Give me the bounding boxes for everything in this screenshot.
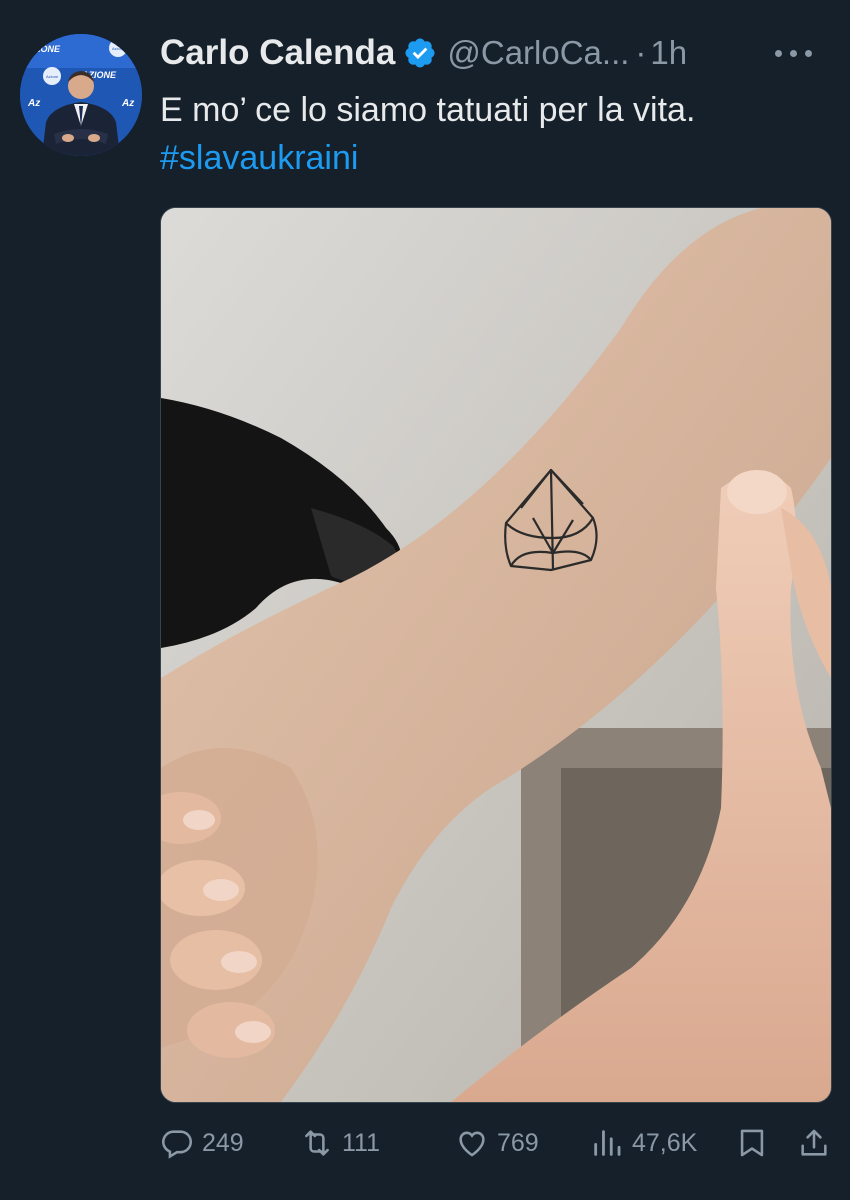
- like-count: 769: [497, 1128, 539, 1157]
- avatar-logo-text: AZIONE: [25, 44, 61, 54]
- reply-count: 249: [202, 1128, 244, 1157]
- tweet-body: E mo’ ce lo siamo tatuati per la vita.: [160, 91, 696, 129]
- retweet-icon: [305, 1130, 329, 1156]
- bookmark-icon: [740, 1129, 764, 1157]
- avatar-logo-text: Az: [121, 98, 134, 109]
- share-icon: [801, 1129, 827, 1156]
- views-count: 47,6K: [632, 1128, 698, 1157]
- avatar-logo-text: Az: [27, 98, 40, 109]
- retweet-button[interactable]: 111: [300, 1126, 455, 1160]
- tweet-actions: 249 111 769 47,6K: [160, 1118, 836, 1168]
- author-name[interactable]: Carlo Calenda: [160, 33, 395, 73]
- avatar-badge-text: Azione: [46, 74, 59, 79]
- separator-dot: ·: [635, 34, 647, 71]
- share-button[interactable]: [797, 1126, 831, 1160]
- heart-icon: [459, 1131, 485, 1157]
- tattoo-photo: [161, 208, 831, 1102]
- reply-button[interactable]: 249: [160, 1126, 300, 1160]
- views-icon: [594, 1130, 621, 1156]
- bookmark-button[interactable]: [735, 1126, 797, 1160]
- author-handle[interactable]: @CarloCa...: [447, 34, 629, 72]
- retweet-count: 111: [342, 1128, 381, 1157]
- tweet-timestamp[interactable]: 1h: [650, 34, 687, 72]
- views-button[interactable]: 47,6K: [590, 1126, 735, 1160]
- more-dots-icon[interactable]: [775, 30, 812, 76]
- like-button[interactable]: 769: [455, 1126, 590, 1160]
- hashtag-link[interactable]: #slavaukraini: [160, 134, 695, 182]
- avatar-badge-text: Azione: [112, 46, 125, 51]
- tweet-photo[interactable]: [160, 207, 832, 1103]
- avatar-image: AZIONE AZIONE Az Az Azione Azione: [20, 34, 142, 156]
- tweet-header: Carlo Calenda @CarloCa... · 1h: [160, 30, 830, 76]
- verified-badge-icon: [405, 38, 435, 68]
- tweet-text: E mo’ ce lo siamo tatuati per la vita. #…: [160, 86, 695, 182]
- author-avatar[interactable]: AZIONE AZIONE Az Az Azione Azione: [20, 34, 142, 156]
- reply-icon: [161, 1130, 193, 1159]
